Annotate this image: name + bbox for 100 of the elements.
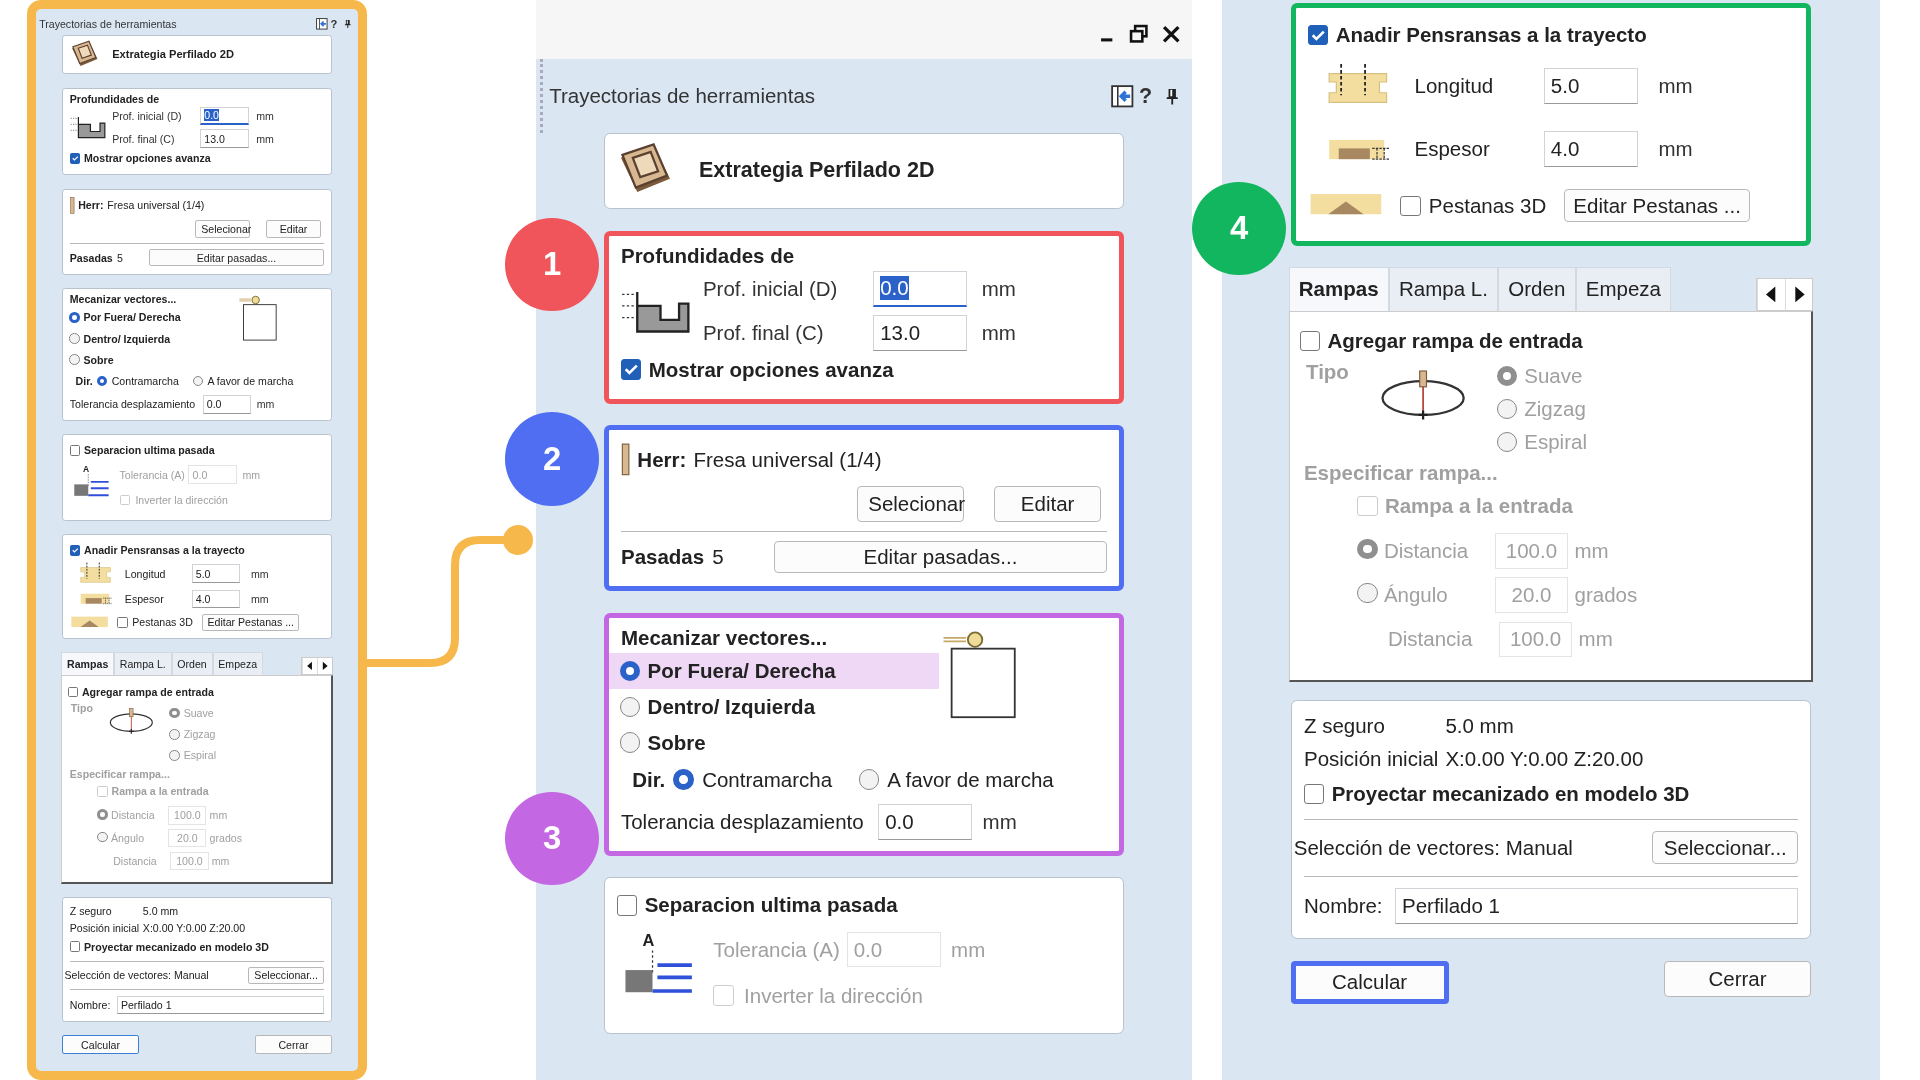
- field-label: Tipo: [69, 702, 94, 715]
- field-label: Nombre:: [1303, 894, 1383, 919]
- radio-label: Zigzag: [1524, 396, 1586, 421]
- radio-label: Por Fuera/ Derecha: [83, 311, 181, 324]
- field-label: Distancia: [1386, 627, 1474, 652]
- input-field[interactable]: 4.0: [1543, 131, 1638, 168]
- input-field[interactable]: 5.0: [1543, 67, 1638, 104]
- close-button[interactable]: Cerrar: [255, 1035, 332, 1055]
- dock-icon[interactable]: [1111, 85, 1134, 108]
- input-field[interactable]: 13.0: [200, 129, 249, 148]
- checkbox[interactable]: [620, 359, 642, 380]
- close-button[interactable]: Cerrar: [1663, 960, 1812, 998]
- checkbox[interactable]: [1303, 783, 1325, 805]
- calculate-button[interactable]: Calcular: [62, 1035, 139, 1055]
- last-pass-diagram-icon: [72, 474, 112, 498]
- radio-button[interactable]: [673, 769, 694, 790]
- calculate-button[interactable]: Calcular: [1290, 960, 1449, 1004]
- input-field[interactable]: 5.0: [191, 564, 241, 583]
- checkbox-label: Proyectar mecanizado en modelo 3D: [1331, 782, 1690, 807]
- info-label: Posición inicial: [69, 921, 141, 934]
- edit-passes-button[interactable]: Editar pasadas...: [773, 540, 1108, 574]
- edit-passes-button[interactable]: Editar pasadas...: [148, 249, 325, 267]
- tool-name: Fresa universal (1/4): [107, 199, 205, 212]
- input-field[interactable]: 0.0: [878, 803, 973, 840]
- unit-label: mm: [951, 937, 986, 962]
- unit-label: mm: [256, 398, 275, 411]
- select-button[interactable]: Selecionar: [194, 219, 251, 239]
- field-label: Tolerancia (A): [713, 937, 837, 962]
- restore-icon[interactable]: [1129, 23, 1150, 45]
- unit-label: mm: [981, 276, 1016, 301]
- diagram-label: A: [642, 930, 655, 950]
- panel-title: Trayectorias de herramientas: [39, 18, 177, 31]
- edit-button[interactable]: Editar: [994, 485, 1101, 522]
- input-field[interactable]: 13.0: [873, 314, 968, 351]
- checkbox-label: Anadir Pensransas a la trayecto: [1335, 23, 1647, 48]
- radio-button[interactable]: [69, 312, 80, 323]
- input-field[interactable]: 0.0: [873, 270, 968, 307]
- input-field[interactable]: 0.0: [202, 394, 252, 414]
- edit-button[interactable]: Editar: [265, 219, 322, 239]
- radio-button[interactable]: [619, 696, 641, 718]
- select-button[interactable]: Selecionar: [856, 485, 964, 522]
- radio-button[interactable]: [192, 375, 204, 387]
- help-button[interactable]: ?: [330, 18, 338, 31]
- unit-label: grados: [1574, 583, 1638, 608]
- checkbox[interactable]: [69, 153, 81, 164]
- radio-button[interactable]: [69, 354, 80, 366]
- pin-icon[interactable]: [343, 18, 353, 30]
- dock-icon[interactable]: [316, 18, 328, 30]
- help-button[interactable]: ?: [1138, 83, 1153, 109]
- radio-button[interactable]: [69, 333, 80, 344]
- unit-label: mm: [242, 468, 261, 481]
- radio-label: Por Fuera/ Derecha: [647, 658, 836, 683]
- field-label: Longitud: [124, 567, 167, 580]
- name-field[interactable]: Perfilado 1: [116, 995, 325, 1015]
- radio-label: Dentro/ Izquierda: [647, 694, 816, 719]
- field-label: Espesor: [1414, 137, 1491, 162]
- select-vectors-button[interactable]: Seleccionar...: [248, 966, 325, 984]
- unit-label: mm: [981, 320, 1016, 345]
- close-icon[interactable]: [1161, 23, 1182, 45]
- tool-bit-icon: [69, 197, 75, 214]
- checkbox-label: Mostrar opciones avanza: [84, 152, 211, 165]
- panel-title: Trayectorias de herramientas: [549, 84, 816, 109]
- unit-label: mm: [1574, 539, 1609, 564]
- radio-button[interactable]: [619, 660, 641, 682]
- radio-label: A favor de marcha: [887, 767, 1054, 792]
- input-field[interactable]: 0.0: [200, 106, 249, 126]
- callout-badge: 2: [505, 412, 599, 506]
- edit-tabs-button[interactable]: Editar Pestanas ...: [1564, 189, 1751, 223]
- unit-label: mm: [250, 567, 269, 580]
- field-label: Espesor: [124, 592, 165, 605]
- radio-button[interactable]: [619, 732, 641, 753]
- tool-label: Herr:: [637, 447, 687, 472]
- passes-value: 5: [712, 545, 725, 569]
- field-label: Tolerancia desplazamiento: [620, 809, 864, 834]
- checkbox-label: Agregar rampa de entrada: [1327, 328, 1583, 353]
- radio-button[interactable]: [96, 375, 108, 387]
- checkbox[interactable]: [1307, 24, 1329, 46]
- radio-label: Sobre: [647, 730, 706, 755]
- checkbox[interactable]: [69, 941, 81, 953]
- checkbox[interactable]: [69, 544, 81, 556]
- radio-label: A favor de marcha: [207, 374, 294, 387]
- field-label: Prof. final (C): [112, 132, 176, 145]
- section-heading: Profundidades de: [69, 92, 161, 105]
- radio-button[interactable]: [858, 769, 880, 790]
- checkbox[interactable]: [117, 616, 128, 628]
- field-label: Nombre:: [69, 998, 111, 1011]
- unit-label: grados: [209, 832, 242, 845]
- highlighted-row[interactable]: Por Fuera/ Derecha: [608, 652, 939, 689]
- input-field[interactable]: 4.0: [191, 589, 241, 609]
- unit-label: mm: [1658, 73, 1693, 98]
- section-heading: Especificar rampa...: [69, 767, 171, 780]
- checkbox[interactable]: [1400, 195, 1421, 217]
- depth-diagram-icon: [69, 114, 106, 140]
- section-heading: Mecanizar vectores...: [620, 625, 829, 650]
- edit-tabs-button[interactable]: Editar Pestanas ...: [202, 613, 300, 631]
- name-field[interactable]: Perfilado 1: [1394, 888, 1799, 925]
- info-value: X:0.00 Y:0.00 Z:20.00: [142, 921, 247, 934]
- checkbox-label: Pestanas 3D: [132, 616, 194, 629]
- info-value: 5.0 mm: [1445, 713, 1515, 738]
- select-vectors-button[interactable]: Seleccionar...: [1652, 831, 1799, 865]
